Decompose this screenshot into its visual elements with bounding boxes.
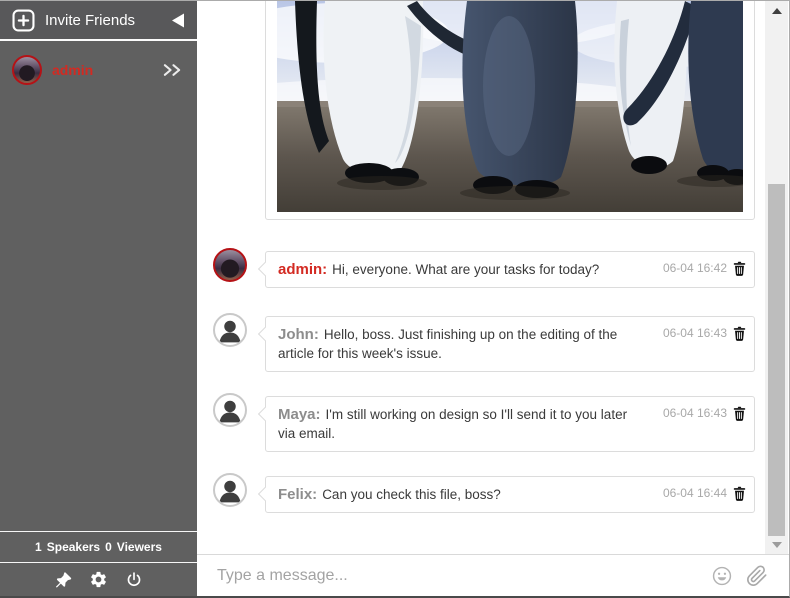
message-timestamp: 06-04 16:43: [662, 406, 727, 420]
message-text: Hi, everyone. What are your tasks for to…: [332, 262, 600, 277]
chat-scrollbar[interactable]: [765, 1, 788, 554]
message-author: John:: [278, 326, 319, 343]
scrollbar-thumb[interactable]: [768, 184, 785, 536]
admin-avatar: [12, 55, 42, 85]
trash-icon[interactable]: [733, 406, 746, 421]
message-text: I'm still working on design so I'll send…: [278, 407, 628, 441]
double-chevron-right-icon[interactable]: [162, 63, 183, 77]
admin-avatar: [213, 248, 247, 282]
photo-message-bubble: [265, 1, 755, 220]
bubble-tail: [257, 326, 273, 342]
participants-status: 1 Speakers 0 Viewers: [0, 531, 197, 562]
collapse-sidebar-icon[interactable]: [171, 12, 185, 29]
sidebar-actions: [0, 562, 197, 596]
power-icon[interactable]: [125, 571, 143, 589]
person-avatar-icon: [213, 473, 247, 507]
message-bubble: John: Hello, boss. Just finishing up on t…: [257, 316, 755, 372]
message-composer: [197, 554, 789, 596]
emoji-smiley-icon[interactable]: [711, 565, 733, 587]
chat-app-window: Invite Friends admin 1 Speakers 0 Viewer…: [0, 0, 790, 598]
speakers-count: 1: [35, 540, 42, 554]
sidebar-username: admin: [52, 62, 94, 78]
invite-friends-button[interactable]: Invite Friends: [0, 1, 197, 41]
invite-friends-label: Invite Friends: [45, 11, 136, 29]
viewers-count: 0: [105, 540, 112, 554]
sidebar: Invite Friends admin 1 Speakers 0 Viewer…: [0, 1, 197, 596]
message-bubble: Felix: Can you check this file, boss? 06-…: [257, 476, 755, 513]
chat-panel: admin: Hi, everyone. What are your tasks …: [197, 1, 789, 596]
message-timestamp: 06-04 16:44: [662, 486, 727, 500]
message-timestamp: 06-04 16:43: [662, 326, 727, 340]
message-text: Hello, boss. Just finishing up on the ed…: [278, 327, 618, 361]
penguins-photo: [277, 1, 743, 212]
person-avatar-icon: [213, 313, 247, 347]
person-avatar-icon: [213, 393, 247, 427]
invite-plus-icon: [12, 8, 35, 32]
scroll-down-arrow[interactable]: [771, 542, 782, 548]
paperclip-attachment-icon[interactable]: [746, 564, 768, 587]
message-bubble: Maya: I'm still working on design so I'll…: [257, 396, 755, 452]
bubble-tail: [257, 261, 273, 277]
trash-icon[interactable]: [733, 261, 746, 276]
message-input[interactable]: [217, 566, 711, 585]
message-row: Felix: Can you check this file, boss? 06-…: [197, 473, 757, 513]
message-row: Maya: I'm still working on design so I'll…: [197, 393, 757, 452]
trash-icon[interactable]: [733, 486, 746, 501]
message-author: Maya:: [278, 406, 321, 423]
message-timestamp: 06-04 16:42: [662, 261, 727, 275]
viewers-label: Viewers: [116, 540, 162, 554]
message-bubble: admin: Hi, everyone. What are your tasks …: [257, 251, 755, 288]
message-row: admin: Hi, everyone. What are your tasks …: [197, 248, 757, 288]
message-text: Can you check this file, boss?: [322, 487, 501, 502]
bubble-tail: [257, 486, 273, 502]
sidebar-user-row[interactable]: admin: [0, 41, 197, 85]
scroll-up-arrow[interactable]: [771, 8, 782, 14]
bubble-tail: [257, 406, 273, 422]
message-row: John: Hello, boss. Just finishing up on t…: [197, 313, 757, 372]
trash-icon[interactable]: [733, 326, 746, 341]
speakers-label: Speakers: [46, 540, 101, 554]
message-author: Felix:: [278, 486, 318, 503]
settings-gear-icon[interactable]: [89, 570, 108, 589]
message-list: admin: Hi, everyone. What are your tasks …: [197, 1, 789, 554]
message-author: admin:: [278, 261, 328, 278]
pin-icon[interactable]: [54, 571, 72, 589]
